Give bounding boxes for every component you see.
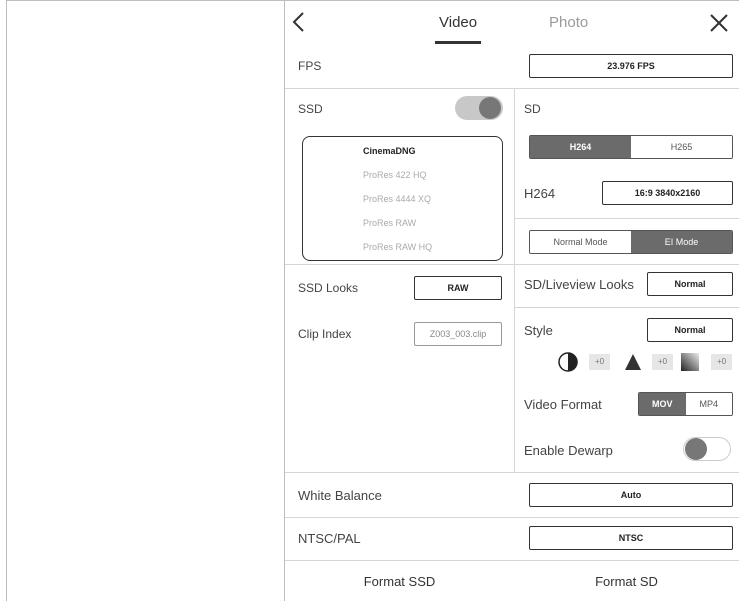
sd-resolution-button[interactable]: 16:9 3840x2160: [602, 181, 733, 205]
liveview-looks-label: SD/Liveview Looks: [524, 277, 634, 292]
mode-normal[interactable]: Normal Mode: [530, 231, 631, 253]
header: Video Photo: [285, 1, 739, 47]
back-arrow-icon[interactable]: [285, 7, 315, 37]
codec-item-prores-422-hq[interactable]: ProRes 422 HQ: [363, 170, 427, 180]
video-format-mov[interactable]: MOV: [639, 393, 686, 415]
white-balance-label: White Balance: [298, 488, 382, 503]
video-format-mp4[interactable]: MP4: [685, 393, 732, 415]
liveview-looks-button[interactable]: Normal: [647, 272, 733, 296]
column-divider: [514, 88, 515, 472]
sharpness-icon: [622, 351, 644, 373]
mode-ei[interactable]: EI Mode: [631, 231, 732, 253]
toggle-knob: [479, 97, 501, 119]
codec-item-prores-raw[interactable]: ProRes RAW: [363, 218, 416, 228]
contrast-value[interactable]: +0: [589, 354, 610, 370]
tab-video[interactable]: Video: [439, 14, 477, 31]
codec-item-prores-raw-hq[interactable]: ProRes RAW HQ: [363, 242, 432, 252]
ssd-label: SSD: [298, 102, 323, 116]
toggle-knob: [685, 438, 707, 460]
ssd-toggle[interactable]: [455, 96, 503, 120]
tab-photo[interactable]: Photo: [549, 14, 588, 31]
fps-label: FPS: [298, 59, 322, 73]
sharpness-value[interactable]: +0: [652, 354, 673, 370]
sd-codec-h264[interactable]: H264: [530, 136, 631, 158]
divider: [285, 264, 739, 265]
ssd-codec-list[interactable]: CinemaDNG ProRes 422 HQ ProRes 4444 XQ P…: [302, 136, 503, 261]
format-ssd-button[interactable]: Format SSD: [285, 561, 514, 601]
style-label: Style: [524, 323, 553, 338]
ssd-looks-button[interactable]: RAW: [414, 276, 502, 300]
dewarp-toggle[interactable]: [683, 437, 731, 461]
codec-item-cinemadng[interactable]: CinemaDNG: [363, 146, 416, 156]
ssd-looks-label: SSD Looks: [298, 281, 359, 295]
dewarp-label: Enable Dewarp: [524, 443, 613, 458]
sd-codec-segmented[interactable]: H264 H265: [529, 135, 733, 159]
sd-resolution-label: H264: [524, 186, 556, 201]
codec-item-prores-4444-xq[interactable]: ProRes 4444 XQ: [363, 194, 431, 204]
saturation-icon: [679, 351, 701, 373]
divider: [285, 517, 739, 518]
close-icon[interactable]: [705, 7, 733, 37]
video-settings-panel: Video Photo FPS 23.976 FPS SSD CinemaDNG…: [285, 0, 739, 601]
divider: [285, 472, 739, 473]
divider: [285, 88, 739, 89]
saturation-value[interactable]: +0: [711, 354, 732, 370]
video-format-label: Video Format: [524, 397, 602, 412]
contrast-icon: [557, 351, 579, 373]
clip-index-field[interactable]: Z003_003.clip: [414, 322, 502, 346]
ntsc-pal-button[interactable]: NTSC: [529, 526, 733, 550]
format-sd-button[interactable]: Format SD: [514, 561, 739, 601]
active-tab-indicator: [435, 41, 481, 44]
white-balance-button[interactable]: Auto: [529, 483, 733, 507]
fps-value-button[interactable]: 23.976 FPS: [529, 54, 733, 78]
ntsc-pal-label: NTSC/PAL: [298, 531, 361, 546]
video-format-segmented[interactable]: MOV MP4: [638, 392, 733, 416]
left-blank-pane: [6, 0, 285, 601]
clip-index-label: Clip Index: [298, 327, 352, 341]
style-button[interactable]: Normal: [647, 318, 733, 342]
divider: [514, 307, 739, 308]
divider: [514, 218, 739, 219]
mode-segmented[interactable]: Normal Mode EI Mode: [529, 230, 733, 254]
sd-label: SD: [524, 102, 541, 116]
sd-codec-h265[interactable]: H265: [631, 136, 732, 158]
